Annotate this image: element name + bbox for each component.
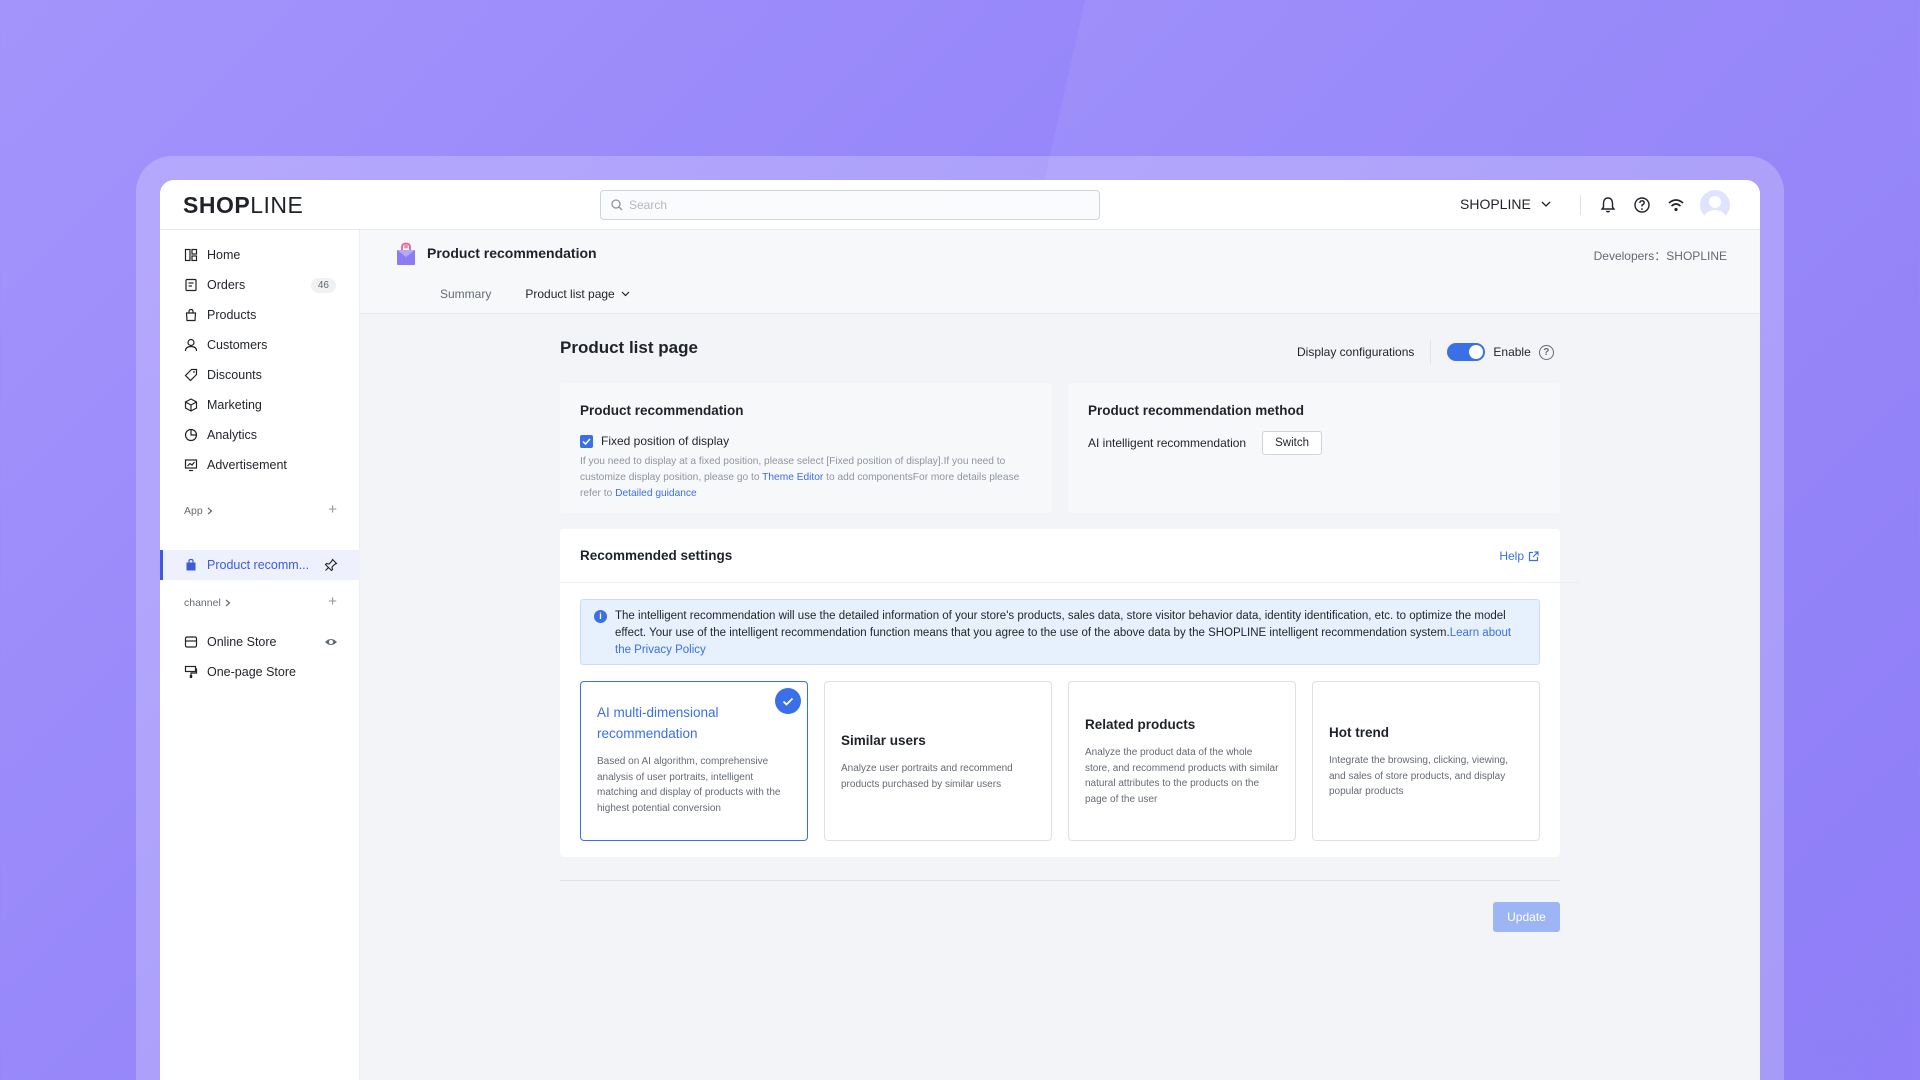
help-link[interactable]: Help [1499, 549, 1539, 563]
sidebar-item-analytics[interactable]: Analytics [160, 420, 360, 450]
update-button[interactable]: Update [1493, 902, 1560, 932]
question-icon[interactable]: ? [1538, 344, 1554, 360]
enable-toggle[interactable] [1447, 343, 1486, 361]
product-recommendation-card: Product recommendation Fixed position of… [560, 383, 1052, 513]
settings-title: Recommended settings [580, 548, 733, 563]
fixed-position-checkbox-row[interactable]: Fixed position of display [580, 434, 729, 448]
app-window: SHOPLINE SHOPLINE Home Orders 46 Pro [160, 180, 1760, 1080]
add-channel-icon[interactable]: + [328, 593, 337, 610]
content-title: Product list page [560, 338, 698, 357]
search-box[interactable] [600, 190, 1100, 220]
help-icon[interactable] [1632, 195, 1652, 215]
home-icon [184, 248, 198, 262]
top-bar: SHOPLINE SHOPLINE [160, 180, 1760, 230]
sidebar-item-orders[interactable]: Orders 46 [160, 270, 360, 300]
marketing-icon [184, 398, 198, 412]
tab-summary[interactable]: Summary [440, 287, 491, 301]
fixed-position-checkbox[interactable] [580, 434, 593, 448]
option-title: Related products [1085, 717, 1196, 732]
shopline-logo[interactable]: SHOPLINE [183, 192, 303, 219]
customers-icon [184, 338, 198, 352]
search-icon [611, 199, 623, 211]
config-divider [1430, 340, 1432, 364]
sidebar-item-products[interactable]: Products [160, 300, 360, 330]
chevron-right-icon [207, 507, 213, 515]
option-related-products[interactable]: Related products Analyze the product dat… [1068, 681, 1296, 841]
rec-card-title: Product recommendation [580, 403, 744, 418]
sidebar-item-customers[interactable]: Customers [160, 330, 360, 360]
search-input[interactable] [629, 198, 1069, 212]
footer-divider [560, 880, 1560, 881]
option-description: Based on AI algorithm, comprehensive ana… [597, 756, 781, 814]
detailed-guidance-link[interactable]: Detailed guidance [615, 488, 697, 499]
sidebar-item-online-store[interactable]: Online Store [160, 627, 360, 657]
option-hot-trend[interactable]: Hot trend Integrate the browsing, clicki… [1312, 681, 1540, 841]
developers-label: Developers：SHOPLINE [1593, 249, 1727, 263]
tab-product-list-page[interactable]: Product list page [525, 287, 630, 301]
page-tabs: Summary Product list page [440, 287, 630, 301]
chevron-down-icon [1541, 201, 1551, 207]
products-icon [185, 308, 197, 322]
one-page-store-icon [184, 665, 198, 678]
sidebar-item-home[interactable]: Home [160, 240, 360, 270]
eye-icon[interactable] [324, 635, 338, 649]
product-recommendation-app-icon [397, 242, 415, 265]
sidebar-item-one-page-store[interactable]: One-page Store [160, 657, 360, 687]
orders-icon [185, 278, 197, 292]
chevron-right-icon [225, 599, 231, 607]
sidebar-item-discounts[interactable]: Discounts [160, 360, 360, 390]
sidebar: Home Orders 46 Products Customers Discou… [160, 230, 360, 1080]
method-label: AI intelligent recommendation [1088, 436, 1247, 450]
app-bag-icon [186, 558, 196, 571]
method-card-title: Product recommendation method [1088, 403, 1305, 418]
pin-icon[interactable] [324, 558, 338, 572]
option-ai-multi-dimensional[interactable]: AI multi-dimensional recommendation Base… [580, 681, 808, 841]
sidebar-item-product-recommendation[interactable]: Product recomm... [160, 550, 360, 580]
add-app-icon[interactable]: + [328, 501, 337, 518]
discounts-icon [184, 368, 198, 382]
display-configurations: Display configurations Enable ? [1297, 340, 1554, 364]
avatar[interactable] [1700, 190, 1730, 220]
orders-count-badge: 46 [310, 277, 336, 293]
option-similar-users[interactable]: Similar users Analyze user portraits and… [824, 681, 1052, 841]
page-header: Product recommendation Developers：SHOPLI… [360, 230, 1760, 314]
theme-editor-link[interactable]: Theme Editor [762, 472, 823, 483]
channel-section-label[interactable]: channel [184, 597, 231, 609]
option-title: Similar users [841, 733, 926, 748]
recommendation-method-card: Product recommendation method AI intelli… [1068, 383, 1560, 513]
display-note: If you need to display at a fixed positi… [580, 456, 1020, 499]
option-title: Hot trend [1329, 725, 1389, 740]
app-section-label[interactable]: App [184, 505, 213, 517]
chevron-down-icon [621, 291, 630, 297]
selected-check-icon [775, 688, 801, 714]
method-row: AI intelligent recommendation Switch [1088, 431, 1322, 455]
enable-label: Enable [1493, 345, 1531, 359]
check-icon [582, 437, 591, 445]
sidebar-item-advertisement[interactable]: Advertisement [160, 450, 360, 480]
external-link-icon [1528, 550, 1539, 561]
privacy-info-banner: i The intelligent recommendation will us… [580, 599, 1540, 665]
info-icon: i [594, 610, 607, 623]
analytics-icon [184, 428, 198, 442]
store-name: SHOPLINE [1460, 196, 1531, 212]
option-description: Analyze user portraits and recommend pro… [841, 763, 1013, 790]
recommended-settings-card: Recommended settings Help i The intellig… [560, 529, 1580, 857]
display-config-label: Display configurations [1297, 345, 1415, 359]
bell-icon[interactable] [1598, 195, 1618, 215]
user-avatar-icon [1704, 196, 1726, 220]
option-description: Analyze the product data of the whole st… [1085, 747, 1279, 805]
wifi-icon[interactable] [1666, 195, 1686, 215]
settings-divider [560, 582, 1580, 583]
option-title: AI multi-dimensional recommendation [597, 705, 719, 741]
store-switcher[interactable]: SHOPLINE [1460, 196, 1551, 212]
advertisement-icon [184, 459, 198, 472]
online-store-icon [184, 636, 198, 648]
topbar-divider [1580, 195, 1581, 215]
switch-button[interactable]: Switch [1262, 431, 1322, 455]
sidebar-item-marketing[interactable]: Marketing [160, 390, 360, 420]
page-title: Product recommendation [427, 245, 597, 261]
option-description: Integrate the browsing, clicking, viewin… [1329, 755, 1508, 797]
